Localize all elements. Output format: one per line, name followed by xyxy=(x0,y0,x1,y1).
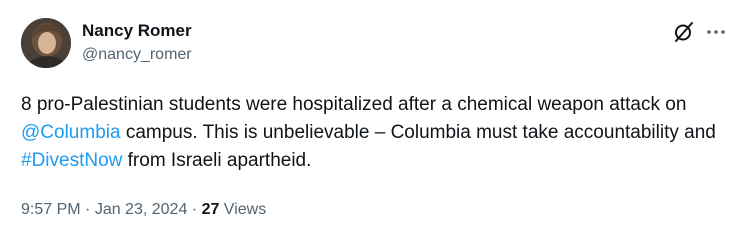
tweet-text-part: 8 pro-Palestinian students were hospital… xyxy=(21,94,687,115)
avatar-image xyxy=(21,18,71,68)
more-icon[interactable] xyxy=(704,20,728,44)
avatar[interactable] xyxy=(21,18,71,68)
tweet-meta: 9:57 PM · Jan 23, 2024 · 27 Views xyxy=(21,201,266,219)
author-name[interactable]: Nancy Romer xyxy=(82,21,192,41)
meta-separator: · xyxy=(187,201,202,218)
meta-separator: · xyxy=(80,201,95,218)
author-handle[interactable]: @nancy_romer xyxy=(82,46,192,64)
tweet-time[interactable]: 9:57 PM xyxy=(21,201,81,218)
tweet-card: Nancy Romer @nancy_romer 8 pro-Palestini… xyxy=(0,0,749,245)
mention-link[interactable]: @Columbia xyxy=(21,122,121,143)
hashtag-link[interactable]: #DivestNow xyxy=(21,150,122,171)
views-label: Views xyxy=(219,201,267,218)
tweet-text-part: from Israeli apartheid. xyxy=(122,150,312,171)
tweet-text-part: campus. This is unbelievable – Columbia … xyxy=(120,122,716,143)
views-count: 27 xyxy=(201,201,220,218)
tweet-text: 8 pro-Palestinian students were hospital… xyxy=(21,91,721,175)
grok-icon[interactable] xyxy=(672,20,696,44)
tweet-date[interactable]: Jan 23, 2024 xyxy=(95,201,188,218)
